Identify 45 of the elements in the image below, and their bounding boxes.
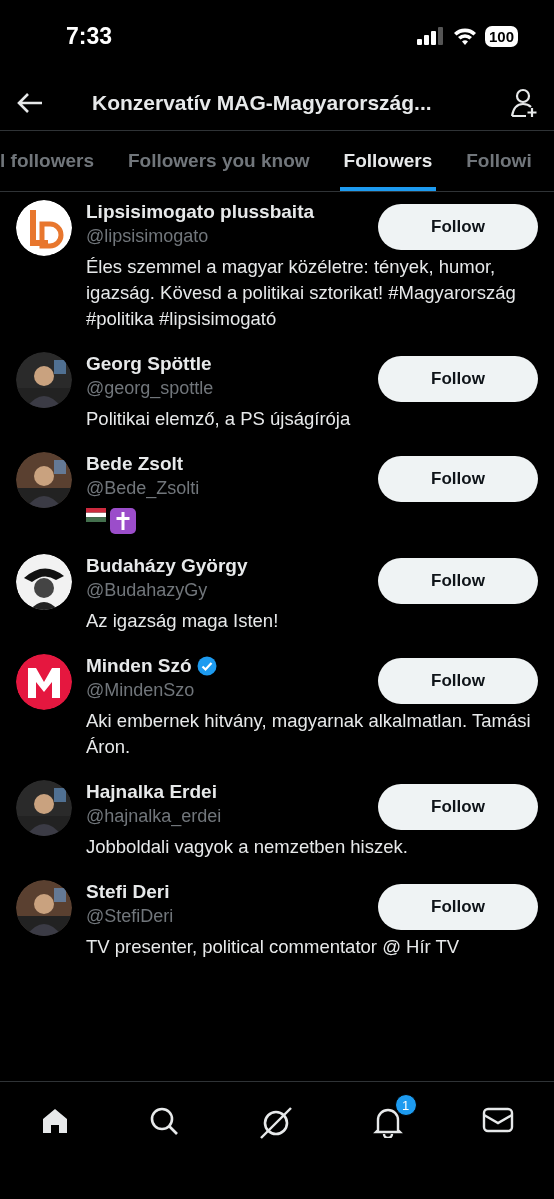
follow-button[interactable]: Follow: [378, 884, 538, 930]
logo-avatar: [16, 200, 72, 256]
user-bio: Az igazság maga Isten!: [86, 609, 280, 633]
user-name: Stefi Deri: [86, 880, 170, 904]
tab[interactable]: l followers: [0, 131, 98, 191]
user-handle: @hajnalka_erdei: [86, 805, 222, 828]
user-bio: Aki embernek hitvány, magyarnak alkalmatlan. Tamási Áron.: [86, 709, 532, 759]
bell-icon[interactable]: [372, 1106, 403, 1138]
mail-icon[interactable]: [482, 1106, 515, 1134]
wifi-icon: [452, 27, 477, 45]
follow-button[interactable]: Follow: [378, 204, 538, 250]
user-name: Georg Spöttle: [86, 352, 212, 376]
follow-button[interactable]: Follow: [378, 784, 538, 830]
user-name: Hajnalka Erdei: [86, 780, 217, 804]
tab[interactable]: Followi: [462, 131, 536, 191]
user-name: Lipsisimogato plussbaita: [86, 200, 315, 224]
follow-button[interactable]: Follow: [378, 658, 538, 704]
slashed-circle-icon[interactable]: [259, 1106, 293, 1140]
user-handle: @StefiDeri: [86, 905, 174, 928]
flag-icon: [86, 508, 106, 522]
follow-button[interactable]: Follow: [378, 356, 538, 402]
user-handle: @BudahazyGy: [86, 579, 209, 602]
user-handle: @Bede_Zsolti: [86, 477, 200, 500]
tab[interactable]: Followers you know: [123, 131, 314, 191]
logo-avatar: [16, 654, 72, 710]
page-title: Konzervatív MAG-Magyarország...: [91, 91, 433, 115]
cross-icon: [110, 508, 136, 534]
search-icon[interactable]: [149, 1106, 180, 1136]
status-time: 7:33: [66, 22, 113, 50]
notification-badge: 1: [394, 1094, 417, 1116]
user-name: Bede Zsolt: [86, 452, 184, 476]
user-handle: @georg_spottle: [86, 377, 214, 400]
follow-button[interactable]: Follow: [378, 456, 538, 502]
user-bio: Éles szemmel a magyar közéletre: tények, humor, igazság. Kövesd a politikai sztorikat! #Magyarország #politika #lipsisimogató: [86, 255, 517, 331]
user-handle: @MindenSzo: [86, 679, 196, 702]
user-name: Budaházy György: [86, 554, 248, 578]
signal-icon: [416, 27, 445, 45]
user-bio: Jobboldali vagyok a nemzetben hiszek.: [86, 835, 409, 859]
user-bio: Politikai elemző, a PS újságírója: [86, 407, 352, 431]
user-handle: @lipsisimogato: [86, 225, 210, 248]
user-name: Minden Szó: [86, 654, 192, 678]
user-bio: TV presenter, political commentator @ Hír TV: [86, 935, 461, 959]
follow-button[interactable]: Follow: [378, 558, 538, 604]
tab[interactable]: Followers: [339, 131, 437, 191]
battery-level: 100: [484, 25, 518, 47]
